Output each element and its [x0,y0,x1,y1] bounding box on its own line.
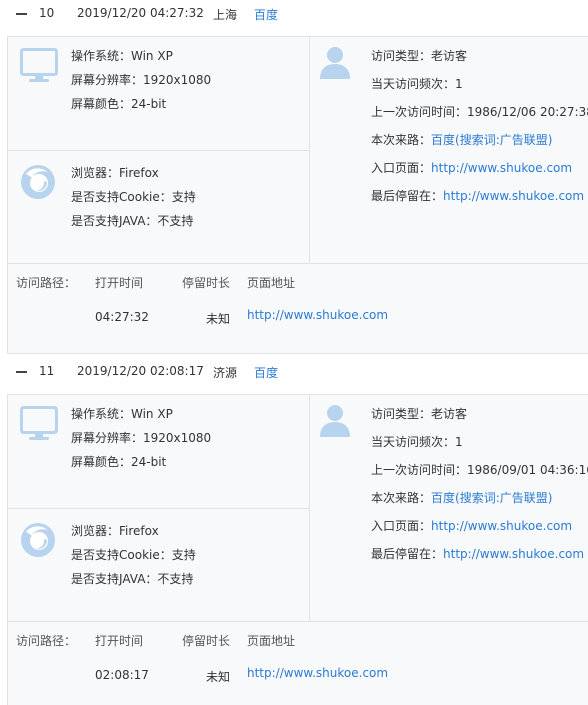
referrer-label: 本次来路： [371,491,432,505]
record-time: 2019/12/20 04:27:32 [77,6,204,20]
visit-path-label: 访问路径： [16,634,77,648]
last-page-label: 最后停留在： [371,547,444,561]
collapse-icon[interactable] [16,13,27,15]
referrer-link[interactable]: 百度(搜索词:广告联盟) [431,133,552,147]
visit-type-text: 访问类型：老访客 [371,49,468,63]
browser-text: 浏览器：Firefox [71,166,159,180]
entry-page-label: 入口页面： [371,161,432,175]
resolution-text: 屏幕分辨率：1920x1080 [71,431,212,445]
visit-path-label: 访问路径： [16,276,77,290]
visit-frequency-text: 当天访问频次：1 [371,77,463,91]
cookie-text: 是否支持Cookie：支持 [71,548,196,562]
divider [8,150,309,151]
monitor-icon [20,48,58,82]
firefox-icon [21,165,55,199]
record-number: 11 [39,364,55,378]
page-url-header: 页面地址 [247,634,296,648]
open-time-header: 打开时间 [95,634,144,648]
open-time-header: 打开时间 [95,276,144,290]
record-header: 10 2019/12/20 04:27:32 上海 百度 [0,0,588,28]
divider [8,508,309,509]
path-page-link[interactable]: http://www.shukoe.com [247,308,388,322]
path-stay-duration: 未知 [206,312,231,326]
os-text: 操作系统：Win XP [71,49,173,63]
cookie-text: 是否支持Cookie：支持 [71,190,196,204]
record-detail-panel: 操作系统：Win XP 屏幕分辨率：1920x1080 屏幕颜色：24-bit … [7,36,588,354]
referrer-link[interactable]: 百度(搜索词:广告联盟) [431,491,552,505]
path-open-time: 04:27:32 [95,310,149,324]
referrer-row: 本次来路：百度(搜索词:广告联盟) [371,489,552,506]
divider [309,395,310,621]
last-visit-text: 上一次访问时间：1986/12/06 20:27:38 [371,105,588,119]
record-number: 10 [39,6,55,20]
firefox-icon [21,523,55,557]
record-source-link[interactable]: 百度 [254,6,278,23]
entry-page-row: 入口页面：http://www.shukoe.com [371,517,572,534]
record-header: 11 2019/12/20 02:08:17 济源 百度 [0,358,588,386]
visitor-log: 10 2019/12/20 04:27:32 上海 百度 操作系统：Win XP… [0,0,588,705]
referrer-label: 本次来路： [371,133,432,147]
last-page-row: 最后停留在：http://www.shukoe.com [371,187,584,204]
divider [8,621,588,622]
last-visit-text: 上一次访问时间：1986/09/01 04:36:16 [371,463,588,477]
resolution-text: 屏幕分辨率：1920x1080 [71,73,212,87]
os-text: 操作系统：Win XP [71,407,173,421]
stay-duration-header: 停留时长 [182,276,231,290]
record-location: 济源 [213,366,238,380]
collapse-icon[interactable] [16,371,27,373]
color-depth-text: 屏幕颜色：24-bit [71,97,167,111]
record-source-link[interactable]: 百度 [254,364,278,381]
divider [309,37,310,263]
path-page-link[interactable]: http://www.shukoe.com [247,666,388,680]
user-icon [320,47,350,79]
entry-page-row: 入口页面：http://www.shukoe.com [371,159,572,176]
visit-frequency-text: 当天访问频次：1 [371,435,463,449]
last-page-link[interactable]: http://www.shukoe.com [443,547,584,561]
java-text: 是否支持JAVA：不支持 [71,572,194,586]
record-time: 2019/12/20 02:08:17 [77,364,204,378]
referrer-row: 本次来路：百度(搜索词:广告联盟) [371,131,552,148]
java-text: 是否支持JAVA：不支持 [71,214,194,228]
last-page-row: 最后停留在：http://www.shukoe.com [371,545,584,562]
entry-page-link[interactable]: http://www.shukoe.com [431,161,572,175]
last-page-label: 最后停留在： [371,189,444,203]
entry-page-link[interactable]: http://www.shukoe.com [431,519,572,533]
monitor-icon [20,406,58,440]
record-detail-panel: 操作系统：Win XP 屏幕分辨率：1920x1080 屏幕颜色：24-bit … [7,394,588,705]
path-stay-duration: 未知 [206,670,231,684]
visit-type-text: 访问类型：老访客 [371,407,468,421]
stay-duration-header: 停留时长 [182,634,231,648]
last-page-link[interactable]: http://www.shukoe.com [443,189,584,203]
browser-text: 浏览器：Firefox [71,524,159,538]
divider [8,263,588,264]
color-depth-text: 屏幕颜色：24-bit [71,455,167,469]
user-icon [320,405,350,437]
page-url-header: 页面地址 [247,276,296,290]
entry-page-label: 入口页面： [371,519,432,533]
path-open-time: 02:08:17 [95,668,149,682]
record-location: 上海 [213,8,238,22]
